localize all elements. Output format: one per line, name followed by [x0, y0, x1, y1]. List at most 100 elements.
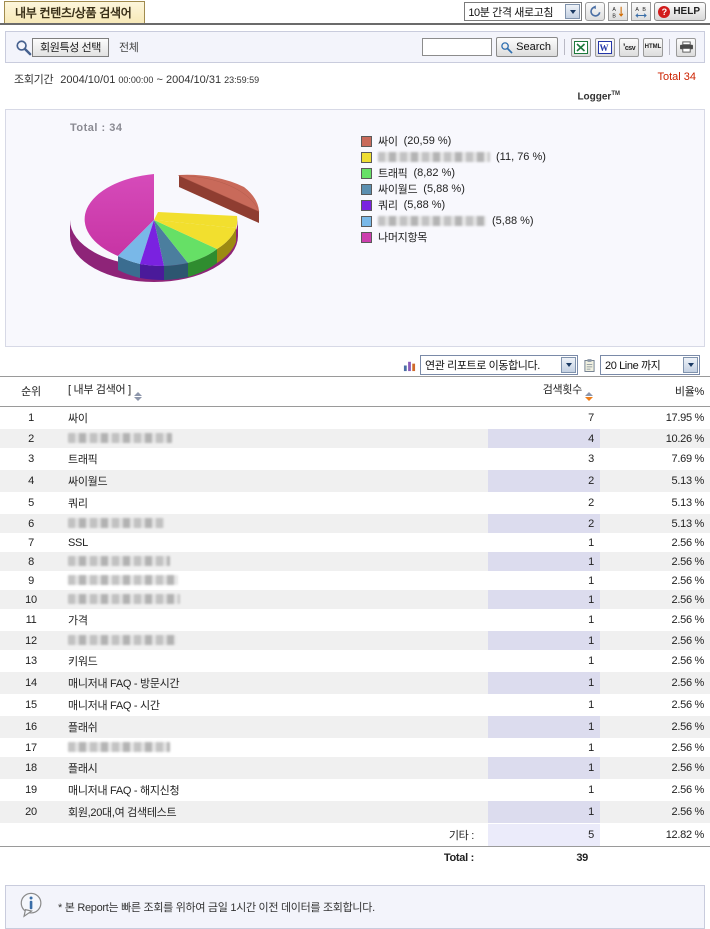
sort-numeric-icon[interactable]: A B: [608, 2, 629, 21]
question-mark-icon: ?: [658, 5, 671, 18]
bar-chart-icon: [402, 358, 416, 372]
cell-term[interactable]: [62, 738, 488, 757]
tab-internal-search-keyword[interactable]: 내부 컨텐츠/상품 검색어: [4, 1, 145, 23]
export-csv-label: csv: [624, 45, 636, 52]
cell-term[interactable]: [62, 514, 488, 533]
cell-term[interactable]: 트래픽: [62, 448, 488, 470]
cell-count: 7: [488, 406, 600, 429]
legend-percent: (5,88 %): [423, 183, 465, 195]
cell-term[interactable]: 매니저내 FAQ - 시간: [62, 694, 488, 716]
pie-chart: [54, 128, 284, 293]
legend-swatch: [361, 167, 372, 179]
titlebar-controls: 10분 간격 새로고침 A B A B ? HELP: [464, 2, 706, 21]
table-row: 3 트래픽 3 7.69 %: [0, 448, 710, 470]
cell-rank: 2: [0, 429, 62, 448]
redacted-label: [68, 741, 170, 752]
legend-swatch: [361, 199, 372, 211]
cell-count: 2: [488, 514, 600, 533]
cell-count: 1: [488, 571, 600, 590]
table-row: 15 매니저내 FAQ - 시간 1 2.56 %: [0, 694, 710, 716]
cell-ratio: 2.56 %: [600, 609, 710, 631]
cell-term[interactable]: 매니저내 FAQ - 방문시간: [62, 672, 488, 694]
cell-term[interactable]: 싸이: [62, 406, 488, 429]
cell-ratio: 17.95 %: [600, 406, 710, 429]
export-excel-icon[interactable]: [571, 37, 591, 57]
refresh-interval-select[interactable]: 10분 간격 새로고침: [464, 2, 583, 21]
cell-term[interactable]: 플래시: [62, 757, 488, 779]
search-panel: 회원특성 선택 전체 Search W ’csv HTML: [5, 31, 705, 63]
notice-text: * 본 Report는 빠른 조회를 위하여 금일 1시간 이전 데이터를 조회…: [58, 901, 375, 914]
refresh-icon[interactable]: [585, 2, 606, 21]
cell-count: 1: [488, 757, 600, 779]
column-header-term-label: [ 내부 검색어 ]: [68, 384, 131, 396]
table-row: 4 싸이월드 2 5.13 %: [0, 470, 710, 492]
cell-term[interactable]: 쿼리: [62, 492, 488, 514]
legend-swatch: [361, 183, 372, 195]
cell-count: 1: [488, 672, 600, 694]
line-limit-select[interactable]: 20 Line 까지: [600, 355, 700, 375]
total-count: 39: [488, 846, 600, 869]
cell-term[interactable]: [62, 590, 488, 609]
column-header-ratio[interactable]: 비율%: [600, 376, 710, 407]
export-html-label: HTML: [644, 44, 662, 50]
cell-term[interactable]: [62, 429, 488, 448]
title-bar: 내부 컨텐츠/상품 검색어 10분 간격 새로고침 A B A B ? HELP: [0, 0, 710, 25]
table-row: 11 가격 1 2.56 %: [0, 609, 710, 631]
redacted-label: [68, 555, 170, 566]
export-word-icon[interactable]: W: [595, 37, 615, 57]
search-button[interactable]: Search: [496, 37, 558, 57]
cell-term[interactable]: 매니저내 FAQ - 해지신청: [62, 779, 488, 801]
cell-term[interactable]: SSL: [62, 533, 488, 552]
cell-term[interactable]: 싸이월드: [62, 470, 488, 492]
legend-item: 트래픽 (8,82 %): [361, 166, 546, 180]
cell-rank: 15: [0, 694, 62, 716]
sort-toggle-icon[interactable]: [585, 392, 594, 401]
cell-term[interactable]: 가격: [62, 609, 488, 631]
cell-ratio: 2.56 %: [600, 631, 710, 650]
cell-term[interactable]: 플래쉬: [62, 716, 488, 738]
table-row: 8 1 2.56 %: [0, 552, 710, 571]
period-start-date: 2004/10/01: [60, 74, 116, 86]
period-start-time: 00:00:00: [118, 75, 154, 85]
table-body: 1 싸이 7 17.95 % 2 4 10.26 % 3 트래픽 3 7.69 % 4 싸이월드 2 5.1…: [0, 406, 710, 824]
logger-brand-line: LoggerTM: [0, 91, 710, 107]
table-row: 13 키워드 1 2.56 %: [0, 650, 710, 672]
legend-label: 싸이월드: [378, 184, 418, 196]
cell-rank: 1: [0, 406, 62, 429]
table-row: 18 플래시 1 2.56 %: [0, 757, 710, 779]
search-actions: Search W ’csv HTML: [422, 37, 696, 57]
legend-item: (11, 76 %): [361, 150, 546, 164]
help-button[interactable]: ? HELP: [654, 2, 706, 21]
search-input[interactable]: [422, 38, 493, 56]
period-end-time: 23:59:59: [224, 75, 260, 85]
cell-term[interactable]: [62, 571, 488, 590]
export-csv-icon[interactable]: ’csv: [619, 37, 639, 57]
cell-rank: 4: [0, 470, 62, 492]
cell-term[interactable]: [62, 631, 488, 650]
table-row: 9 1 2.56 %: [0, 571, 710, 590]
chevron-down-icon: [683, 357, 698, 373]
column-header-count[interactable]: 검색횟수: [488, 376, 600, 407]
export-html-icon[interactable]: HTML: [643, 37, 663, 57]
cell-term[interactable]: 키워드: [62, 650, 488, 672]
cell-ratio: 2.56 %: [600, 552, 710, 571]
table-footer: 기타 : 5 12.82 % Total : 39: [0, 823, 710, 869]
cell-ratio: 2.56 %: [600, 650, 710, 672]
column-header-rank[interactable]: 순위: [0, 376, 62, 407]
printer-icon[interactable]: [676, 37, 696, 57]
logger-brand: LoggerTM: [577, 91, 620, 102]
related-report-select[interactable]: 연관 리포트로 이동합니다.: [420, 355, 578, 375]
cell-rank: 17: [0, 738, 62, 757]
cell-term[interactable]: 회원,20대,여 검색테스트: [62, 801, 488, 824]
cell-term[interactable]: [62, 552, 488, 571]
sort-alpha-icon[interactable]: A B: [631, 2, 652, 21]
cell-count: 2: [488, 470, 600, 492]
cell-count: 1: [488, 694, 600, 716]
chart-legend: 싸이 (20,59 %) (11, 76 %) 트래픽 (8,82 %) 싸이월…: [361, 134, 546, 244]
search-keyword-table: 순위 [ 내부 검색어 ] 검색횟수 비율% 1 싸이 7 17.95 % 2 4 10.2…: [0, 376, 710, 869]
cell-count: 1: [488, 631, 600, 650]
member-attribute-select-button[interactable]: 회원특성 선택: [32, 37, 109, 57]
chevron-down-icon: [565, 4, 581, 19]
column-header-term[interactable]: [ 내부 검색어 ]: [62, 376, 488, 407]
sort-toggle-icon[interactable]: [133, 392, 143, 401]
